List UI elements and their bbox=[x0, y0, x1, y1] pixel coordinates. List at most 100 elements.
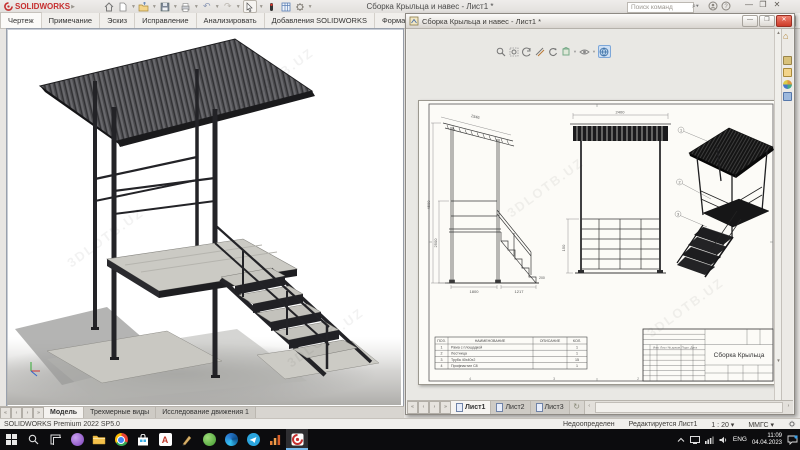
hscroll-left-arrow[interactable]: ‹ bbox=[585, 401, 594, 414]
file-explorer-taskbar-icon[interactable] bbox=[88, 429, 110, 450]
zoom-area-icon[interactable] bbox=[508, 46, 519, 57]
rotate-view-icon[interactable] bbox=[547, 46, 558, 57]
svg-text:1: 1 bbox=[680, 128, 682, 132]
titlebar-right-icons: ? bbox=[708, 1, 731, 11]
start-button[interactable] bbox=[0, 429, 22, 450]
help-icon[interactable]: ? bbox=[721, 1, 731, 11]
hide-show-dropdown[interactable]: ▼ bbox=[592, 49, 596, 54]
file-explorer-icon[interactable] bbox=[783, 68, 792, 77]
select-dropdown[interactable]: ▼ bbox=[259, 4, 264, 10]
units-select[interactable]: ММГС ▾ bbox=[748, 421, 774, 429]
hscroll-right-arrow[interactable]: › bbox=[784, 401, 793, 414]
svg-text:Труба 40х40х2: Труба 40х40х2 bbox=[451, 358, 475, 362]
status-options-gear-icon[interactable] bbox=[788, 420, 796, 430]
language-indicator[interactable]: ENG bbox=[733, 436, 747, 443]
notification-center-icon[interactable] bbox=[787, 435, 798, 445]
close-button[interactable]: ✕ bbox=[770, 0, 784, 9]
tab-drawing[interactable]: Чертеж bbox=[0, 12, 42, 28]
display-icon[interactable] bbox=[690, 436, 700, 444]
svg-text:Рама с площадкой: Рама с площадкой bbox=[451, 345, 482, 349]
view-dropdown[interactable]: ▼ bbox=[573, 49, 577, 54]
rebuild-icon[interactable]: ↻ bbox=[570, 401, 584, 414]
svg-text:Изм. Лист № докум. Подп. Дата: Изм. Лист № докум. Подп. Дата bbox=[653, 346, 697, 350]
chrome-icon[interactable] bbox=[110, 429, 132, 450]
tab-sheet2[interactable]: Лист2 bbox=[491, 401, 530, 414]
tab-annotation[interactable]: Примечание bbox=[42, 13, 100, 28]
save-dropdown[interactable]: ▼ bbox=[173, 4, 178, 10]
title-block: Изм. Лист № докум. Подп. Дата Сборка Кры… bbox=[643, 329, 773, 381]
appearances-icon[interactable] bbox=[783, 80, 792, 89]
menu-expand-arrow[interactable]: ▶ bbox=[71, 4, 75, 10]
print-dropdown[interactable]: ▼ bbox=[194, 4, 199, 10]
home-icon[interactable] bbox=[103, 1, 115, 12]
app-green-icon[interactable] bbox=[198, 429, 220, 450]
new-document-icon[interactable] bbox=[117, 1, 129, 12]
resources-home-icon[interactable]: ⌂ bbox=[783, 32, 792, 41]
edge-icon[interactable] bbox=[220, 429, 242, 450]
autocad-icon[interactable]: A bbox=[154, 429, 176, 450]
xpress-products-icon[interactable] bbox=[266, 1, 278, 12]
custom-properties-icon[interactable] bbox=[783, 92, 792, 101]
user-account-icon[interactable] bbox=[708, 1, 718, 11]
drawing-window-titlebar[interactable]: Сборка Крыльца и навес - Лист1 * — ❐ ✕ bbox=[406, 14, 794, 29]
drawing-viewport[interactable]: ▼ ▼ 4 3 2 1 bbox=[407, 29, 774, 400]
new-dropdown[interactable]: ▼ bbox=[131, 4, 136, 10]
paint-tool-icon[interactable] bbox=[176, 429, 198, 450]
tab-sheet3[interactable]: Лист3 bbox=[531, 401, 570, 414]
search-magnifier-icon[interactable]: ⌕▾ bbox=[692, 3, 699, 11]
select-tool-icon[interactable] bbox=[243, 0, 257, 13]
horizontal-scrollbar[interactable]: ‹ › bbox=[584, 401, 793, 414]
analytics-app-icon[interactable] bbox=[264, 429, 286, 450]
hide-show-icon[interactable] bbox=[579, 46, 590, 57]
solidworks-taskbar-icon[interactable] bbox=[286, 429, 308, 450]
svg-text:200: 200 bbox=[539, 276, 545, 280]
open-dropdown[interactable]: ▼ bbox=[152, 4, 157, 10]
task-view-icon[interactable] bbox=[44, 429, 66, 450]
app-media-icon[interactable] bbox=[66, 429, 88, 450]
undo-icon[interactable]: ↶ bbox=[201, 1, 213, 12]
telegram-icon[interactable] bbox=[242, 429, 264, 450]
command-search-input[interactable]: Поиск команд bbox=[627, 2, 694, 13]
drawing-close-button[interactable]: ✕ bbox=[776, 15, 792, 27]
section-view-icon[interactable] bbox=[534, 46, 545, 57]
drawing-restore-button[interactable]: ❐ bbox=[759, 15, 775, 27]
tray-chevron-icon[interactable] bbox=[677, 437, 685, 443]
tab-revision[interactable]: Исправление bbox=[135, 13, 196, 28]
design-library-icon[interactable] bbox=[783, 56, 792, 65]
open-icon[interactable] bbox=[138, 1, 150, 12]
view-settings-globe-icon[interactable] bbox=[598, 45, 611, 58]
sheet-scroll-prev[interactable]: ‹ bbox=[418, 401, 429, 414]
minimize-button[interactable]: — bbox=[742, 0, 756, 9]
drawing-doc-icon bbox=[409, 16, 419, 26]
3d-drawing-view-icon[interactable] bbox=[560, 46, 571, 57]
drawing-sheet[interactable]: 4 3 2 1 bbox=[418, 100, 774, 385]
constraint-state-label: Недоопределен bbox=[563, 421, 615, 428]
sheet-contents: 4 3 2 1 bbox=[419, 101, 774, 384]
save-icon[interactable] bbox=[159, 1, 171, 12]
taskbar-clock[interactable]: 11:09 04.04.2023 bbox=[752, 433, 782, 447]
print-icon[interactable] bbox=[180, 1, 192, 12]
network-signal-icon[interactable] bbox=[705, 436, 714, 444]
sheet-scroll-last[interactable]: » bbox=[440, 401, 451, 414]
microsoft-store-icon[interactable] bbox=[132, 429, 154, 450]
drawing-minimize-button[interactable]: — bbox=[742, 15, 758, 27]
sheet-scroll-next[interactable]: › bbox=[429, 401, 440, 414]
tab-sheet1[interactable]: Лист1 bbox=[451, 401, 491, 414]
tab-sketch[interactable]: Эскиз bbox=[100, 13, 135, 28]
undo-dropdown[interactable]: ▼ bbox=[215, 4, 220, 10]
restore-button[interactable]: ❐ bbox=[756, 0, 770, 9]
tab-addins[interactable]: Добавления SOLIDWORKS bbox=[265, 13, 375, 28]
task-scheduler-icon[interactable] bbox=[280, 1, 292, 12]
model-viewport-3d[interactable] bbox=[6, 28, 404, 408]
svg-text:1: 1 bbox=[576, 364, 578, 368]
redo-icon[interactable]: ↷ bbox=[222, 1, 234, 12]
redo-dropdown[interactable]: ▼ bbox=[236, 4, 241, 10]
sheet-scale-select[interactable]: 1 : 20 ▾ bbox=[711, 421, 734, 429]
brand-text: SOLIDWORKS bbox=[15, 2, 70, 11]
previous-view-icon[interactable] bbox=[521, 46, 532, 57]
zoom-fit-icon[interactable] bbox=[495, 46, 506, 57]
sheet-scroll-first[interactable]: « bbox=[407, 401, 418, 414]
taskbar-search-icon[interactable] bbox=[22, 429, 44, 450]
tab-evaluate[interactable]: Анализировать bbox=[197, 13, 265, 28]
volume-icon[interactable] bbox=[719, 436, 728, 444]
